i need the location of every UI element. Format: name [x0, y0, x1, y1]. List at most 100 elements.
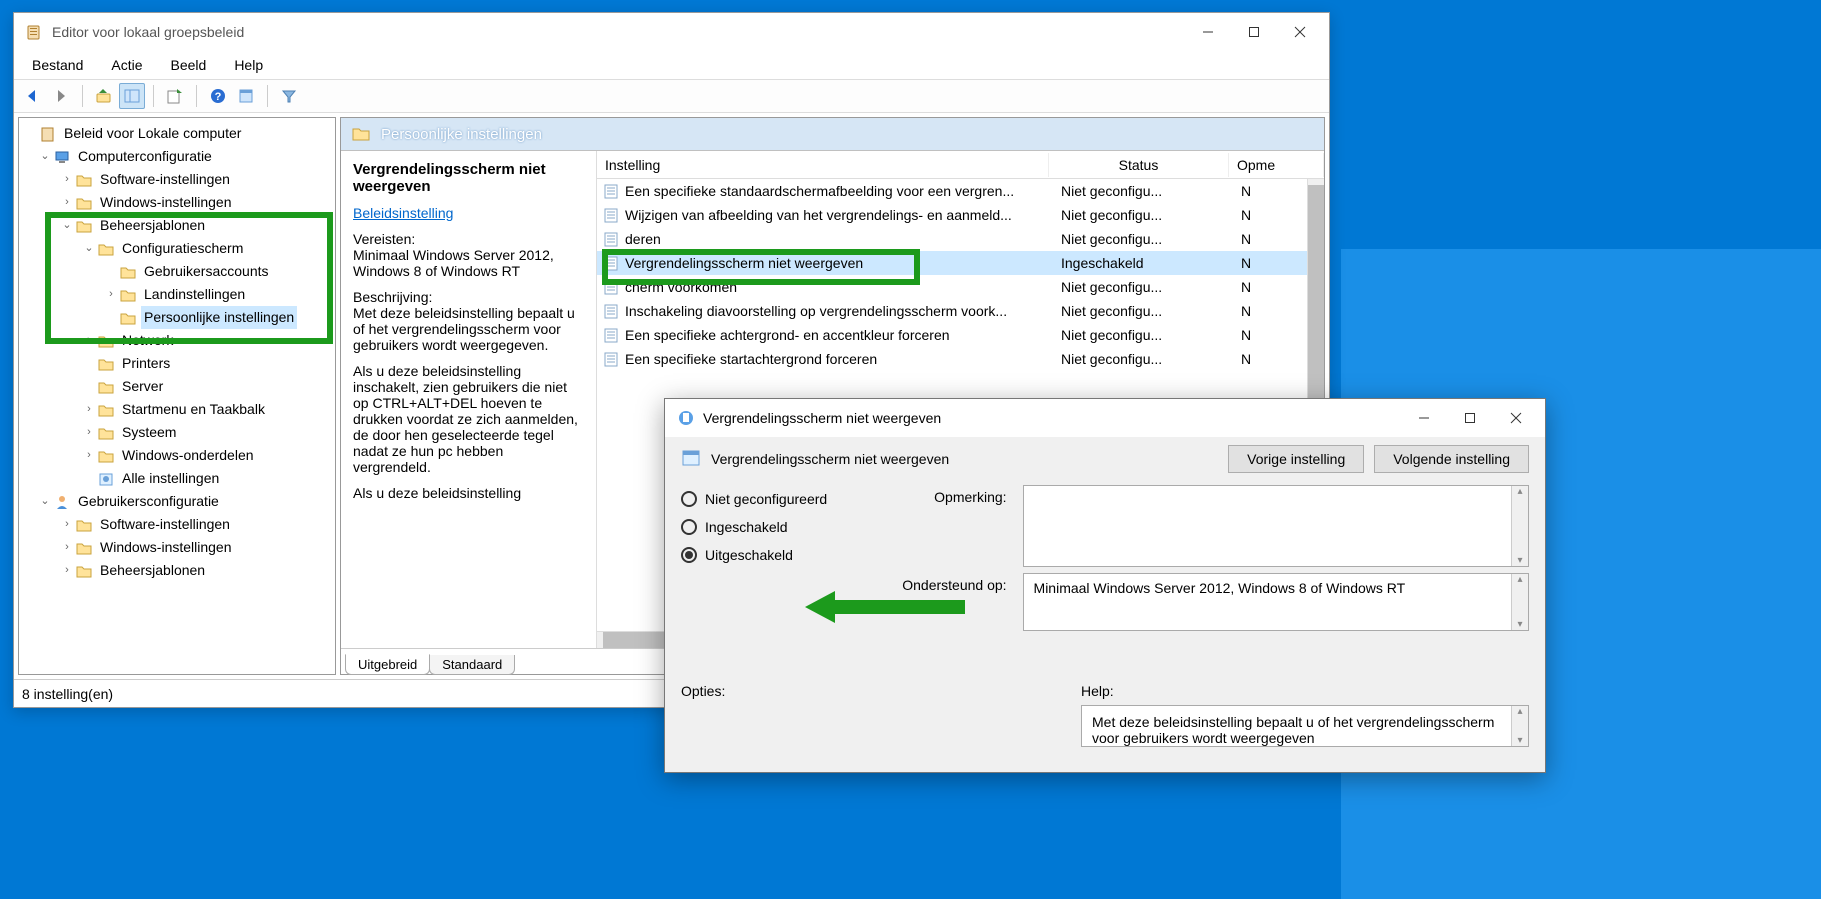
- menu-view[interactable]: Beeld: [159, 55, 219, 75]
- tree-user-config[interactable]: ⌄ Gebruikersconfiguratie: [19, 490, 335, 513]
- expand-icon[interactable]: ›: [59, 536, 75, 559]
- req-label: Vereisten:: [353, 231, 415, 247]
- content-header: Persoonlijke instellingen: [341, 118, 1324, 151]
- tree-network[interactable]: › Netwerk: [19, 329, 335, 352]
- col-name[interactable]: Instelling: [597, 153, 1049, 177]
- tree-server[interactable]: Server: [19, 375, 335, 398]
- expand-icon[interactable]: ›: [59, 559, 75, 582]
- expand-icon[interactable]: ›: [59, 168, 75, 191]
- row-name: deren: [621, 231, 1053, 247]
- folder-icon: [75, 194, 93, 212]
- scrollbar[interactable]: ▴▾: [1511, 574, 1528, 630]
- folder-icon: [97, 447, 115, 465]
- tab-standard[interactable]: Standaard: [429, 655, 515, 675]
- setting-icon: [601, 255, 621, 271]
- tree-windows-settings[interactable]: › Windows-instellingen: [19, 191, 335, 214]
- prev-setting-button[interactable]: Vorige instelling: [1228, 445, 1364, 473]
- tab-extended[interactable]: Uitgebreid: [345, 654, 430, 675]
- scrollbar[interactable]: ▴▾: [1511, 706, 1528, 746]
- tree-software-settings[interactable]: › Software-instellingen: [19, 168, 335, 191]
- expand-icon[interactable]: ›: [81, 398, 97, 421]
- close-button[interactable]: [1277, 16, 1323, 48]
- radio-enabled[interactable]: Ingeschakeld: [681, 513, 869, 541]
- export-button[interactable]: [162, 83, 188, 109]
- radio-disabled[interactable]: Uitgeschakeld: [681, 541, 869, 569]
- tree-personalization[interactable]: Persoonlijke instellingen: [19, 306, 335, 329]
- row-name: Een specifieke standaardschermafbeelding…: [621, 183, 1053, 199]
- expand-icon[interactable]: ›: [59, 191, 75, 214]
- help-button[interactable]: ?: [205, 83, 231, 109]
- tree-all-settings[interactable]: Alle instellingen: [19, 467, 335, 490]
- show-hide-tree-button[interactable]: [119, 83, 145, 109]
- tree-computer-config[interactable]: ⌄ Computerconfiguratie: [19, 145, 335, 168]
- menu-help[interactable]: Help: [222, 55, 275, 75]
- expand-icon[interactable]: ⌄: [59, 214, 75, 237]
- filter-button[interactable]: [276, 83, 302, 109]
- svg-text:?: ?: [215, 91, 222, 103]
- setting-icon: [601, 231, 621, 247]
- toolbar: ?: [14, 79, 1329, 113]
- computer-icon: [53, 148, 71, 166]
- dialog-minimize-button[interactable]: [1401, 402, 1447, 434]
- folder-icon: [75, 171, 93, 189]
- tree-root[interactable]: Beleid voor Lokale computer: [19, 122, 335, 145]
- back-button[interactable]: [20, 83, 46, 109]
- tree-user-software[interactable]: › Software-instellingen: [19, 513, 335, 536]
- properties-button[interactable]: [233, 83, 259, 109]
- tree-panel[interactable]: Beleid voor Lokale computer ⌄ Computerco…: [18, 117, 336, 675]
- expand-icon[interactable]: ›: [81, 421, 97, 444]
- tree-user-admin[interactable]: › Beheersjablonen: [19, 559, 335, 582]
- tree-windows-components[interactable]: › Windows-onderdelen: [19, 444, 335, 467]
- scrollbar[interactable]: ▴▾: [1511, 486, 1528, 566]
- expand-icon[interactable]: ›: [59, 513, 75, 536]
- up-button[interactable]: [91, 83, 117, 109]
- tree-system[interactable]: › Systeem: [19, 421, 335, 444]
- tree-regional[interactable]: › Landinstellingen: [19, 283, 335, 306]
- tree-start-taskbar[interactable]: › Startmenu en Taakbalk: [19, 398, 335, 421]
- supported-label: Ondersteund op:: [885, 577, 1007, 593]
- expand-icon[interactable]: ⌄: [37, 490, 53, 513]
- radio-not-configured[interactable]: Niet geconfigureerd: [681, 485, 869, 513]
- req-text: Minimaal Windows Server 2012, Windows 8 …: [353, 247, 554, 279]
- expand-icon[interactable]: ⌄: [81, 237, 97, 260]
- tree-admin-templates[interactable]: ⌄ Beheersjablonen: [19, 214, 335, 237]
- dialog-maximize-button[interactable]: [1447, 402, 1493, 434]
- desc-label: Beschrijving:: [353, 289, 432, 305]
- list-row[interactable]: Een specifieke startachtergrond forceren…: [597, 347, 1324, 371]
- row-status: Niet geconfigu...: [1053, 183, 1233, 199]
- minimize-button[interactable]: [1185, 16, 1231, 48]
- folder-icon: [119, 286, 137, 304]
- forward-button[interactable]: [48, 83, 74, 109]
- maximize-button[interactable]: [1231, 16, 1277, 48]
- col-comment[interactable]: Opme: [1229, 153, 1324, 177]
- row-status: Niet geconfigu...: [1053, 279, 1233, 295]
- tree-printers[interactable]: Printers: [19, 352, 335, 375]
- tree-user-accounts[interactable]: Gebruikersaccounts: [19, 260, 335, 283]
- dialog-close-button[interactable]: [1493, 402, 1539, 434]
- comment-textbox[interactable]: ▴▾: [1023, 485, 1529, 567]
- list-row[interactable]: derenNiet geconfigu...N: [597, 227, 1324, 251]
- expand-icon[interactable]: ›: [81, 329, 97, 352]
- list-row[interactable]: Wijzigen van afbeelding van het vergrend…: [597, 203, 1324, 227]
- list-row[interactable]: Inschakeling diavoorstelling op vergrend…: [597, 299, 1324, 323]
- menu-file[interactable]: Bestand: [20, 55, 95, 75]
- expand-icon[interactable]: ›: [81, 444, 97, 467]
- titlebar[interactable]: Editor voor lokaal groepsbeleid: [14, 13, 1329, 51]
- folder-icon: [97, 240, 115, 258]
- menu-action[interactable]: Actie: [99, 55, 154, 75]
- dialog-titlebar[interactable]: Vergrendelingsscherm niet weergeven: [665, 399, 1545, 437]
- list-row[interactable]: Een specifieke achtergrond- en accentkle…: [597, 323, 1324, 347]
- policy-icon: [39, 125, 57, 143]
- next-setting-button[interactable]: Volgende instelling: [1374, 445, 1529, 473]
- col-status[interactable]: Status: [1049, 153, 1229, 177]
- list-row[interactable]: Een specifieke standaardschermafbeelding…: [597, 179, 1324, 203]
- list-header[interactable]: Instelling Status Opme: [597, 151, 1324, 179]
- tree-user-windows[interactable]: › Windows-instellingen: [19, 536, 335, 559]
- expand-icon[interactable]: ⌄: [37, 145, 53, 168]
- list-row[interactable]: cherm voorkomenNiet geconfigu...N: [597, 275, 1324, 299]
- tree-control-panel[interactable]: ⌄ Configuratiescherm: [19, 237, 335, 260]
- expand-icon[interactable]: ›: [103, 283, 119, 306]
- description-panel: Vergrendelingsscherm niet weergeven Bele…: [341, 151, 597, 648]
- list-row[interactable]: Vergrendelingsscherm niet weergevenInges…: [597, 251, 1324, 275]
- edit-policy-link[interactable]: Beleidsinstelling: [353, 205, 453, 221]
